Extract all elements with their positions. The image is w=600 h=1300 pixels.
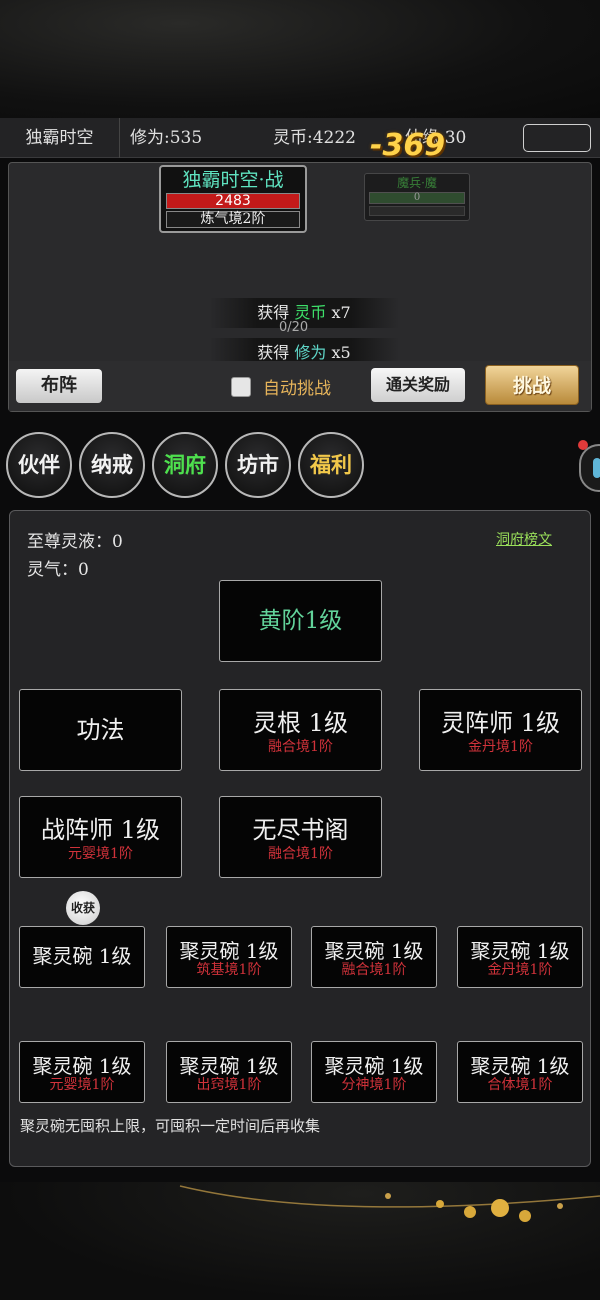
bowl-title: 聚灵碗 1级 [324,939,424,963]
xiuwei-label: 修为: [130,127,170,148]
lingbi-label: 灵币: [273,127,313,148]
background-top [0,0,600,118]
building-lingzhenshi[interactable]: 灵阵师 1级 金丹境1阶 [419,689,582,771]
building-title: 灵根 1级 [253,709,348,737]
battle-area: 独霸时空·战 2483 炼气境2阶 魔兵·魔 0 获得 灵币 x7 0/20 获… [8,162,592,412]
spirit-bowl[interactable]: 聚灵碗 1级 元婴境1阶 [19,1041,145,1103]
xianyuan-value: 30 [444,127,467,148]
battle-controls: 布阵 自动挑战 通关奖励 挑战 [9,361,591,411]
rank-tile-title: 黄阶1级 [258,608,343,634]
nav-huoban[interactable]: 伙伴 [6,432,72,498]
bowl-requirement: 筑基境1阶 [196,962,262,978]
xiuwei-value: 535 [169,127,203,148]
bowl-requirement: 出窍境1阶 [196,1077,262,1093]
building-wujinshuge[interactable]: 无尽书阁 融合境1阶 [219,796,382,878]
building-zhanzhenshi[interactable]: 战阵师 1级 元婴境1阶 [19,796,182,878]
player-card-name: 独霸时空·战 [182,169,284,191]
harvest-button[interactable]: 收获 [66,891,100,925]
bowl-title: 聚灵碗 1级 [470,1054,570,1078]
cave-panel: 至尊灵液：0 灵气：0 洞府榜文 黄阶1级 功法 灵根 1级 融合境1阶 灵阵师… [9,510,591,1167]
damage-popup: -369 [370,128,446,163]
xiuwei-stat: 修为:535 [120,118,265,158]
nav-najie[interactable]: 纳戒 [79,432,145,498]
gold-splatter-decoration [179,1185,600,1222]
bowl-title: 聚灵碗 1级 [179,1054,279,1078]
building-title: 无尽书阁 [252,816,349,844]
building-title: 战阵师 1级 [41,816,160,844]
building-requirement: 元婴境1阶 [68,846,133,862]
reward-item: 修为 [294,343,327,362]
nav-fangshi[interactable]: 坊市 [225,432,291,498]
bowl-requirement: 金丹境1阶 [487,962,553,978]
enemy-card-name: 魔兵·魔 [397,176,437,190]
building-requirement: 融合境1阶 [268,739,333,755]
building-requirement: 融合境1阶 [268,846,333,862]
bowl-title: 聚灵碗 1级 [324,1054,424,1078]
lingbi-value: 4222 [312,127,356,148]
spirit-bowl[interactable]: 聚灵碗 1级 筑基境1阶 [166,926,292,988]
stats-menu-button[interactable] [523,124,591,152]
spirit-bowl[interactable]: 聚灵碗 1级 合体境1阶 [457,1041,583,1103]
building-requirement: 金丹境1阶 [468,739,533,755]
spirit-bowl[interactable]: 聚灵碗 1级 [19,926,145,988]
reward-prefix: 获得 [257,343,290,362]
building-title: 灵阵师 1级 [441,709,560,737]
enemy-hp-bar: 0 [369,192,465,204]
building-gongfa[interactable]: 功法 [19,689,182,771]
player-hp-bar: 2483 [166,193,300,209]
auto-challenge-label[interactable]: 自动挑战 [263,374,331,399]
player-card[interactable]: 独霸时空·战 2483 炼气境2阶 [159,165,307,233]
bowl-title: 聚灵碗 1级 [32,1054,132,1078]
formation-button[interactable]: 布阵 [16,369,102,403]
bowl-requirement: 元婴境1阶 [49,1077,115,1093]
spirit-bowl[interactable]: 聚灵碗 1级 融合境1阶 [311,926,437,988]
challenge-button[interactable]: 挑战 [485,365,579,405]
spirit-bowl[interactable]: 聚灵碗 1级 出窍境1阶 [166,1041,292,1103]
bowl-requirement: 合体境1阶 [487,1077,553,1093]
notification-dot-icon [578,440,588,450]
nav-fuli[interactable]: 福利 [298,432,364,498]
reward-qty: x7 [331,303,351,322]
player-name: 独霸时空 [0,117,120,158]
bowl-requirement: 融合境1阶 [341,962,407,978]
stats-bar: 独霸时空 修为:535 灵币:4222 仙缘:30 [0,117,600,158]
building-linggen[interactable]: 灵根 1级 融合境1阶 [219,689,382,771]
building-title: 功法 [76,716,125,744]
zhizun-lingye: 至尊灵液：0 [27,532,123,552]
side-toggle-icon [593,458,600,478]
bowl-requirement: 分神境1阶 [341,1077,407,1093]
spirit-bowl[interactable]: 聚灵碗 1级 分神境1阶 [311,1041,437,1103]
auto-challenge-checkbox[interactable] [231,377,251,397]
nav-dongfu[interactable]: 洞府 [152,432,218,498]
enemy-secondary-bar [369,206,465,216]
bowl-title: 聚灵碗 1级 [179,939,279,963]
lingqi: 灵气：0 [27,560,89,580]
enemy-card: 魔兵·魔 0 [364,173,470,221]
player-realm: 炼气境2阶 [166,211,300,228]
reward-qty: x5 [331,343,351,362]
rank-tile[interactable]: 黄阶1级 [219,580,382,662]
bowl-title: 聚灵碗 1级 [470,939,570,963]
background-bottom [0,1182,600,1300]
wave-progress: 0/20 [279,320,309,335]
bowl-hint-text: 聚灵碗无囤积上限，可囤积一定时间后再收集 [20,1117,321,1135]
cave-board-link[interactable]: 洞府榜文 [496,529,552,549]
spirit-bowl[interactable]: 聚灵碗 1级 金丹境1阶 [457,926,583,988]
main-nav: 伙伴 纳戒 洞府 坊市 福利 [0,432,600,500]
clear-reward-button[interactable]: 通关奖励 [371,368,465,402]
bowl-title: 聚灵碗 1级 [32,944,132,968]
